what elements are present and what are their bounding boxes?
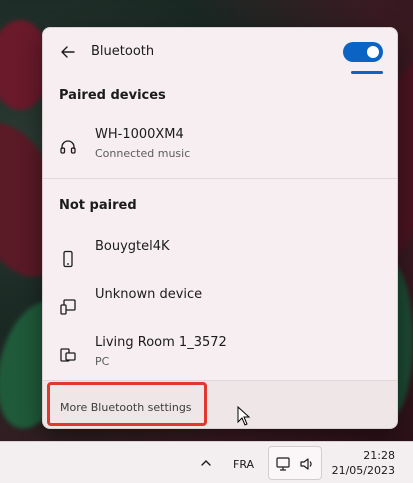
device-status: PC	[95, 355, 110, 368]
toggle-focus-indicator	[351, 71, 383, 74]
volume-icon	[300, 458, 312, 470]
device-name: Bouygtel4K	[95, 239, 170, 254]
pc-icon	[60, 348, 76, 362]
taskbar: FRA 21:28 21/05/2023	[0, 441, 413, 483]
section-divider	[43, 178, 397, 179]
clock-date: 21/05/2023	[331, 464, 395, 477]
device-item-living-room[interactable]: Living Room 1_3572 PC	[43, 333, 397, 377]
paired-devices-heading: Paired devices	[59, 88, 166, 103]
device-name: Unknown device	[95, 287, 203, 302]
more-bluetooth-settings-link[interactable]: More Bluetooth settings	[47, 382, 207, 426]
toggle-knob	[367, 46, 379, 58]
flyout-title: Bluetooth	[91, 44, 155, 59]
headphones-icon	[60, 140, 76, 154]
clock[interactable]: 21:28 21/05/2023	[332, 448, 395, 478]
quick-settings-button[interactable]	[268, 446, 322, 480]
bluetooth-flyout: Bluetooth Paired devices WH-1000XM4 Conn…	[42, 27, 398, 429]
device-status: Connected music	[95, 147, 191, 160]
mouse-cursor-icon	[237, 406, 251, 426]
clock-time: 21:28	[363, 449, 395, 462]
device-icon	[60, 299, 76, 315]
flyout-footer: More Bluetooth settings	[43, 380, 397, 428]
bluetooth-toggle[interactable]	[343, 42, 383, 62]
network-icon	[276, 457, 290, 471]
device-item-wh1000xm4[interactable]: WH-1000XM4 Connected music	[43, 125, 397, 169]
device-name: WH-1000XM4	[95, 127, 184, 142]
device-item-bouygtel4k[interactable]: Bouygtel4K	[43, 237, 397, 281]
device-name: Living Room 1_3572	[95, 335, 227, 350]
language-indicator[interactable]: FRA	[233, 458, 254, 471]
not-paired-heading: Not paired	[59, 198, 137, 213]
chevron-up-icon[interactable]	[199, 456, 213, 470]
phone-icon	[63, 250, 73, 268]
back-arrow-icon[interactable]	[59, 43, 77, 61]
flyout-header: Bluetooth	[43, 28, 397, 78]
device-item-unknown[interactable]: Unknown device	[43, 285, 397, 329]
